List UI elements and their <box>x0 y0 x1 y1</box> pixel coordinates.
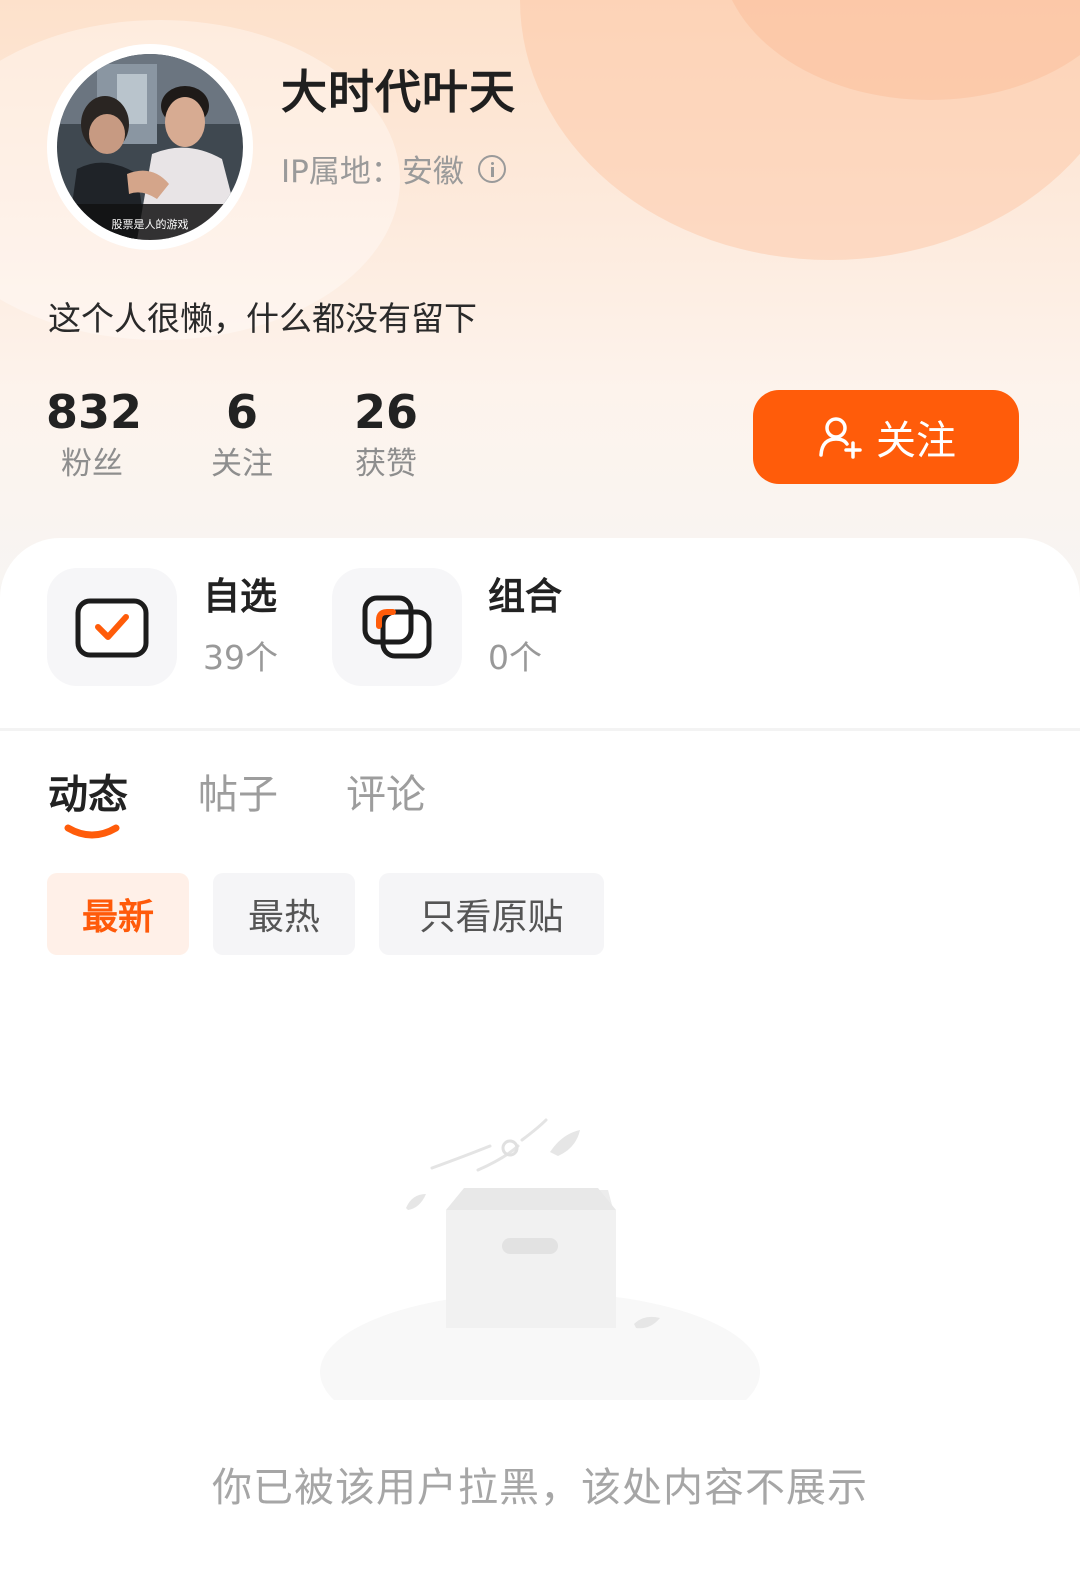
info-icon[interactable] <box>477 154 506 183</box>
likes-label: 获赞 <box>355 446 417 482</box>
watchlist-title: 自选 <box>203 575 277 618</box>
watchlist-tile <box>47 568 177 686</box>
tab-posts[interactable]: 帖子 <box>198 762 278 820</box>
empty-box-icon <box>320 1118 760 1400</box>
portfolio-tile <box>332 568 462 686</box>
watchlist-link[interactable]: 自选 39个 <box>47 568 278 686</box>
filter-hot[interactable]: 最热 <box>213 873 355 955</box>
fans-label: 粉丝 <box>61 446 123 482</box>
avatar[interactable]: 股票是人的游戏 <box>47 44 253 250</box>
follow-button-label: 关注 <box>876 418 956 464</box>
content-card <box>0 538 1080 1587</box>
portfolio-icon <box>362 595 432 659</box>
likes-count: 26 <box>353 385 418 439</box>
username: 大时代叶天 <box>281 65 516 119</box>
following-label: 关注 <box>211 446 273 482</box>
stat-fans[interactable]: 832 粉丝 <box>46 384 143 484</box>
avatar-image: 股票是人的游戏 <box>57 54 243 240</box>
tab-comments[interactable]: 评论 <box>346 762 426 820</box>
fans-count: 832 <box>46 385 143 439</box>
add-user-icon <box>819 417 862 459</box>
watchlist-check-icon <box>75 598 149 658</box>
tab-dynamic[interactable]: 动态 <box>48 762 128 820</box>
portfolio-count: 0个 <box>488 638 542 677</box>
filter-original-only[interactable]: 只看原贴 <box>379 873 604 955</box>
ip-location: IP属地：安徽 <box>281 154 464 190</box>
portfolio-title: 组合 <box>488 575 562 618</box>
portfolio-link[interactable]: 组合 0个 <box>332 568 562 686</box>
section-divider <box>0 728 1080 731</box>
active-tab-indicator <box>64 824 120 839</box>
stat-likes[interactable]: 26 获赞 <box>344 384 428 484</box>
svg-text:股票是人的游戏: 股票是人的游戏 <box>112 217 189 231</box>
bio: 这个人很懒，什么都没有留下 <box>48 299 477 338</box>
following-count: 6 <box>225 385 258 439</box>
stat-following[interactable]: 6 关注 <box>200 384 284 484</box>
ip-location-row: IP属地：安徽 <box>281 146 506 191</box>
empty-state-message: 你已被该用户拉黑，该处内容不展示 <box>212 1465 868 1511</box>
watchlist-count: 39个 <box>203 638 278 677</box>
filter-latest[interactable]: 最新 <box>47 873 189 955</box>
follow-button[interactable]: 关注 <box>753 390 1019 484</box>
